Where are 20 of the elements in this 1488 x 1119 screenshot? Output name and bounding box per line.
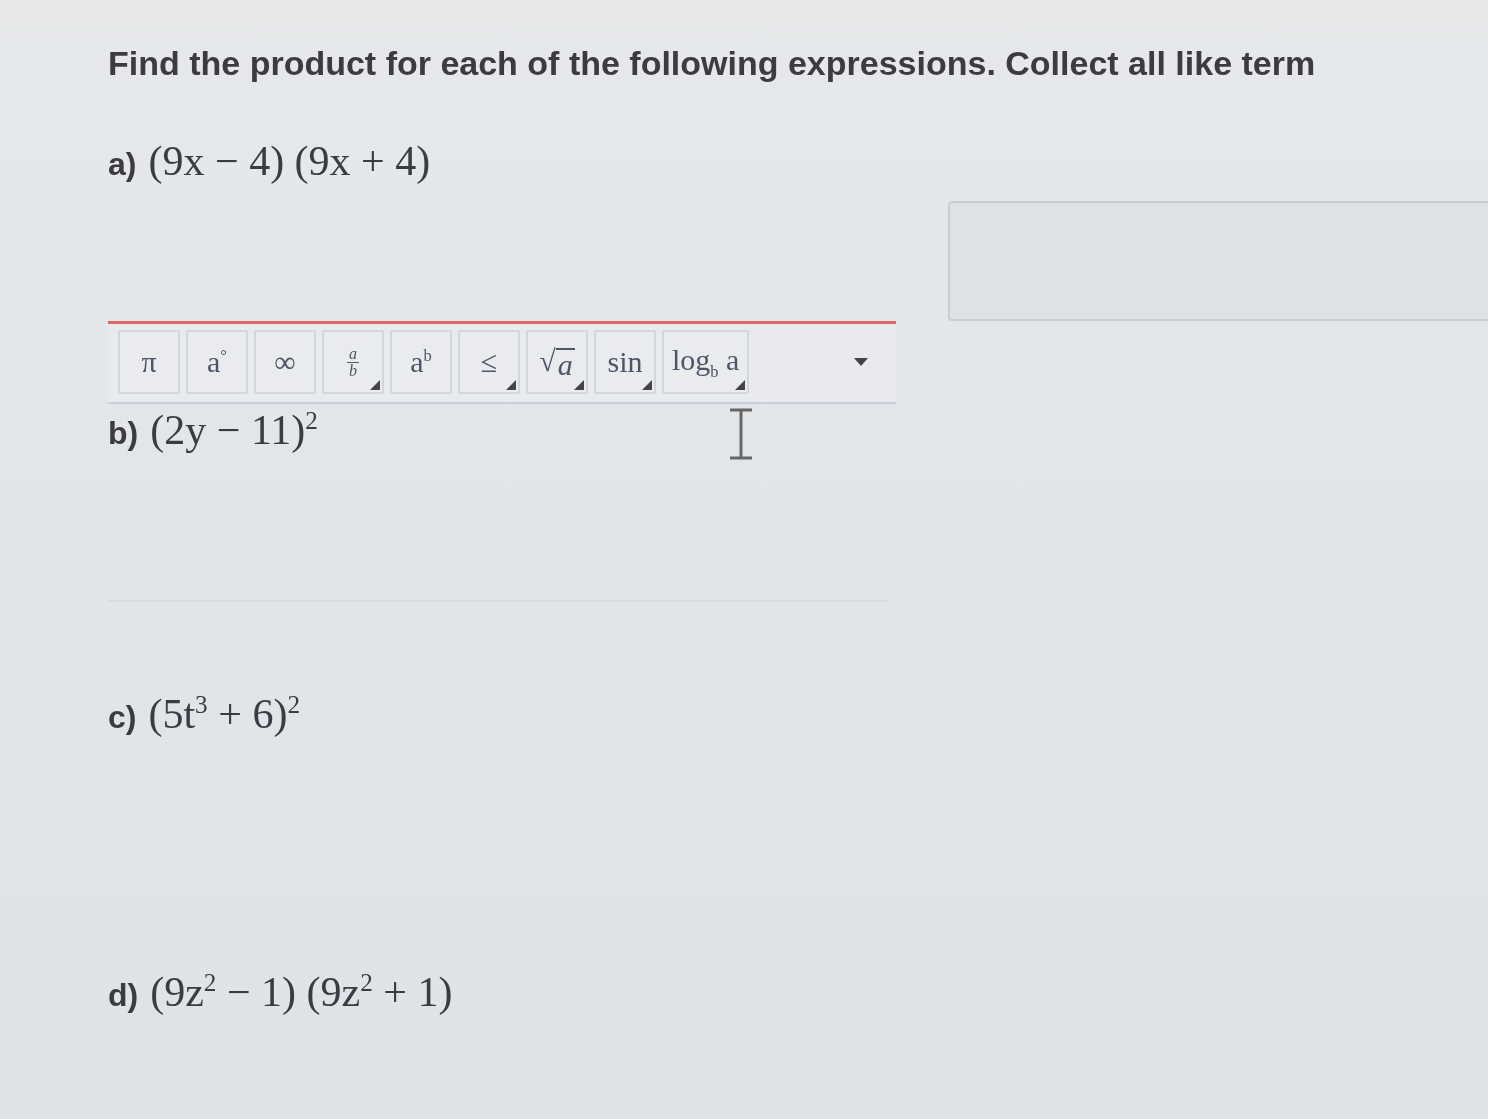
question-label: b) bbox=[108, 415, 139, 452]
text-cursor-icon bbox=[727, 408, 754, 460]
math-symbol-button[interactable]: a b bbox=[322, 330, 384, 394]
math-symbol-button[interactable]: a$^{b}$ bbox=[390, 330, 452, 394]
answer-field[interactable] bbox=[948, 201, 1488, 321]
math-expression: (2y − 11)$^{2}$ bbox=[150, 406, 318, 454]
question-label: c) bbox=[108, 699, 137, 736]
math-symbol-button[interactable]: a$^{°}$ bbox=[186, 330, 248, 394]
math-expression: (9z$^{2}$ − 1) (9z$^{2}$ + 1) bbox=[150, 968, 453, 1016]
question-label: d) bbox=[108, 977, 139, 1014]
math-expression: (9x − 4) (9x + 4) bbox=[148, 137, 431, 185]
math-symbol-button[interactable]: π bbox=[118, 330, 180, 394]
instruction-text: Find the product for each of the following expressions. Collect all like term bbox=[108, 44, 1317, 83]
math-symbol-button[interactable]: log$_{b}$ a bbox=[662, 330, 750, 394]
math-symbol-button[interactable]: ∞ bbox=[254, 330, 316, 394]
math-symbol-button[interactable]: sin bbox=[594, 330, 656, 394]
math-symbol-button[interactable]: ≤ bbox=[458, 330, 520, 394]
math-expression: (5t$^{3}$ + 6)$^{2}$ bbox=[148, 690, 300, 738]
question-label: a) bbox=[108, 146, 137, 183]
math-symbol-button[interactable]: √a bbox=[526, 330, 588, 394]
